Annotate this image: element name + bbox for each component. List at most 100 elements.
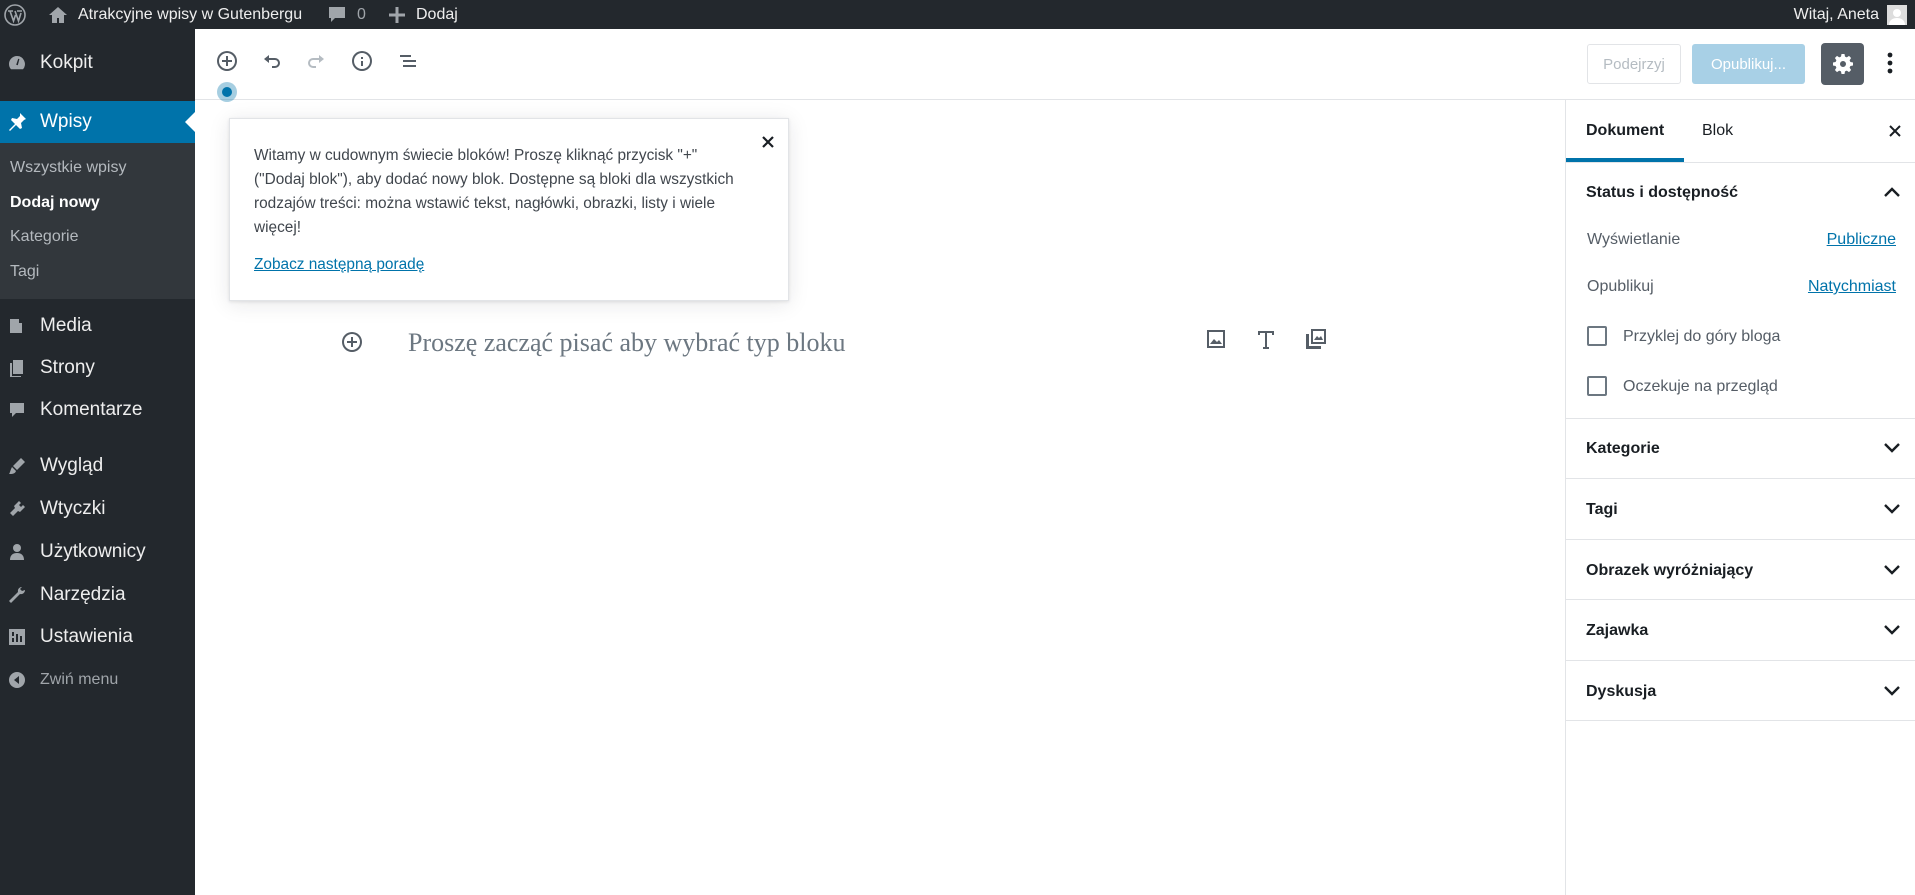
- block-placeholder[interactable]: Proszę zacząć pisać aby wybrać typ bloku: [408, 328, 845, 358]
- list-icon: [400, 55, 416, 67]
- redo-button[interactable]: [300, 45, 332, 77]
- undo-icon: [264, 55, 280, 68]
- new-content-link[interactable]: Dodaj: [388, 0, 458, 29]
- admin-bar: Atrakcyjne wpisy w Gutenbergu 0 Dodaj Wi…: [0, 0, 1915, 29]
- panel-title-featured-image[interactable]: Obrazek wyróżniający: [1586, 562, 1753, 580]
- tab-document[interactable]: Dokument: [1566, 100, 1685, 162]
- sidebar-item-plugins[interactable]: Wtyczki: [0, 495, 195, 523]
- block-navigation-button[interactable]: [392, 45, 424, 77]
- panel-title-tags[interactable]: Tagi: [1586, 501, 1618, 519]
- plus-icon: [388, 6, 406, 24]
- more-menu-button[interactable]: [1878, 45, 1902, 81]
- gear-icon: [1832, 54, 1853, 74]
- visibility-label: Wyświetlanie: [1587, 231, 1681, 248]
- settings-icon: [6, 626, 28, 648]
- collapse-menu-button[interactable]: Zwiń menu: [0, 666, 195, 694]
- inline-add-block-button[interactable]: [338, 328, 366, 356]
- publish-date-label: Opublikuj: [1587, 278, 1654, 295]
- active-indicator: [185, 112, 195, 132]
- pending-review-checkbox[interactable]: [1587, 376, 1607, 396]
- info-button[interactable]: [346, 45, 378, 77]
- avatar: [1887, 4, 1907, 25]
- divider: [1566, 478, 1915, 479]
- next-tip-link[interactable]: Zobacz następną poradę: [254, 256, 424, 274]
- appearance-icon: [6, 455, 28, 477]
- settings-toggle-button[interactable]: [1821, 43, 1864, 85]
- sidebar-item-posts[interactable]: Wpisy: [0, 101, 195, 143]
- sidebar-item-dashboard[interactable]: Kokpit: [0, 49, 195, 77]
- pin-icon: [6, 111, 28, 133]
- posts-submenu: Wszystkie wpisy Dodaj nowy Kategorie Tag…: [0, 143, 195, 299]
- editor-header: Podejrzyj Opublikuj...: [195, 29, 1915, 102]
- my-account[interactable]: Witaj, Aneta: [1794, 0, 1907, 29]
- chevron-down-icon[interactable]: [1882, 438, 1902, 458]
- pending-review-label: Oczekuje na przegląd: [1623, 378, 1778, 395]
- visibility-value-link[interactable]: Publiczne: [1827, 231, 1896, 249]
- site-home-link[interactable]: Atrakcyjne wpisy w Gutenbergu: [48, 0, 302, 29]
- add-circle-icon: [342, 332, 362, 352]
- admin-sidebar: Kokpit Wpisy Wszystkie wpisy Dodaj nowy …: [0, 29, 195, 895]
- comments-link[interactable]: 0: [327, 0, 366, 29]
- add-block-button[interactable]: [211, 45, 243, 77]
- plugins-icon: [6, 498, 28, 520]
- add-new-label: Dodaj: [416, 5, 458, 23]
- add-heading-block-button[interactable]: [1252, 325, 1280, 353]
- sticky-checkbox[interactable]: [1587, 326, 1607, 346]
- submenu-categories[interactable]: Kategorie: [10, 228, 79, 246]
- undo-button[interactable]: [256, 45, 288, 77]
- tip-close-button[interactable]: [757, 131, 779, 153]
- site-name: Atrakcyjne wpisy w Gutenbergu: [78, 5, 303, 23]
- users-icon: [6, 541, 28, 563]
- comments-icon: [6, 399, 28, 421]
- chevron-down-icon[interactable]: [1882, 560, 1902, 580]
- tools-icon: [6, 584, 28, 606]
- sidebar-item-pages[interactable]: Strony: [0, 354, 195, 382]
- comments-count: 0: [357, 5, 366, 23]
- sticky-label: Przyklej do góry bloga: [1623, 328, 1781, 345]
- submenu-all-posts[interactable]: Wszystkie wpisy: [10, 159, 126, 177]
- tip-text: Witamy w cudownym świecie bloków! Proszę…: [254, 147, 734, 236]
- add-circle-icon: [217, 51, 237, 71]
- submenu-tags[interactable]: Tagi: [10, 263, 39, 281]
- tab-block[interactable]: Blok: [1702, 100, 1733, 162]
- chevron-down-icon[interactable]: [1882, 620, 1902, 640]
- publish-date-link[interactable]: Natychmiast: [1808, 278, 1896, 296]
- image-icon: [1207, 330, 1225, 348]
- chevron-down-icon[interactable]: [1882, 681, 1902, 701]
- home-icon: [48, 6, 68, 24]
- more-vertical-icon: [1887, 52, 1893, 74]
- add-image-block-button[interactable]: [1202, 325, 1230, 353]
- close-icon: [1889, 125, 1901, 137]
- sidebar-item-comments[interactable]: Komentarze: [0, 396, 195, 424]
- info-icon: [352, 51, 372, 71]
- tip-indicator[interactable]: [217, 82, 237, 102]
- panel-title-status[interactable]: Status i dostępność: [1586, 184, 1738, 202]
- comment-bubble-icon: [327, 6, 347, 24]
- sidebar-item-users[interactable]: Użytkownicy: [0, 538, 195, 566]
- dashboard-icon: [6, 52, 28, 74]
- gallery-icon: [1306, 329, 1326, 349]
- chevron-down-icon[interactable]: [1882, 499, 1902, 519]
- panel-title-categories[interactable]: Kategorie: [1586, 440, 1660, 458]
- panel-title-excerpt[interactable]: Zajawka: [1586, 622, 1648, 640]
- divider: [1566, 539, 1915, 540]
- preview-button[interactable]: Podejrzyj: [1587, 44, 1681, 84]
- publish-button[interactable]: Opublikuj...: [1692, 44, 1805, 84]
- divider: [1566, 599, 1915, 600]
- pages-icon: [6, 357, 28, 379]
- divider: [1566, 418, 1915, 419]
- redo-icon: [308, 55, 324, 68]
- panel-title-discussion[interactable]: Dyskusja: [1586, 683, 1656, 701]
- wordpress-logo-icon[interactable]: [4, 0, 26, 29]
- add-gallery-block-button[interactable]: [1302, 325, 1330, 353]
- media-icon: [6, 315, 28, 337]
- submenu-add-new[interactable]: Dodaj nowy: [10, 194, 100, 212]
- close-sidebar-button[interactable]: [1884, 120, 1906, 142]
- chevron-up-icon[interactable]: [1882, 182, 1902, 202]
- sidebar-item-appearance[interactable]: Wygląd: [0, 452, 195, 480]
- sidebar-item-media[interactable]: Media: [0, 312, 195, 340]
- divider: [1566, 162, 1915, 163]
- divider: [1566, 720, 1915, 721]
- sidebar-item-settings[interactable]: Ustawienia: [0, 623, 195, 651]
- sidebar-item-tools[interactable]: Narzędzia: [0, 581, 195, 609]
